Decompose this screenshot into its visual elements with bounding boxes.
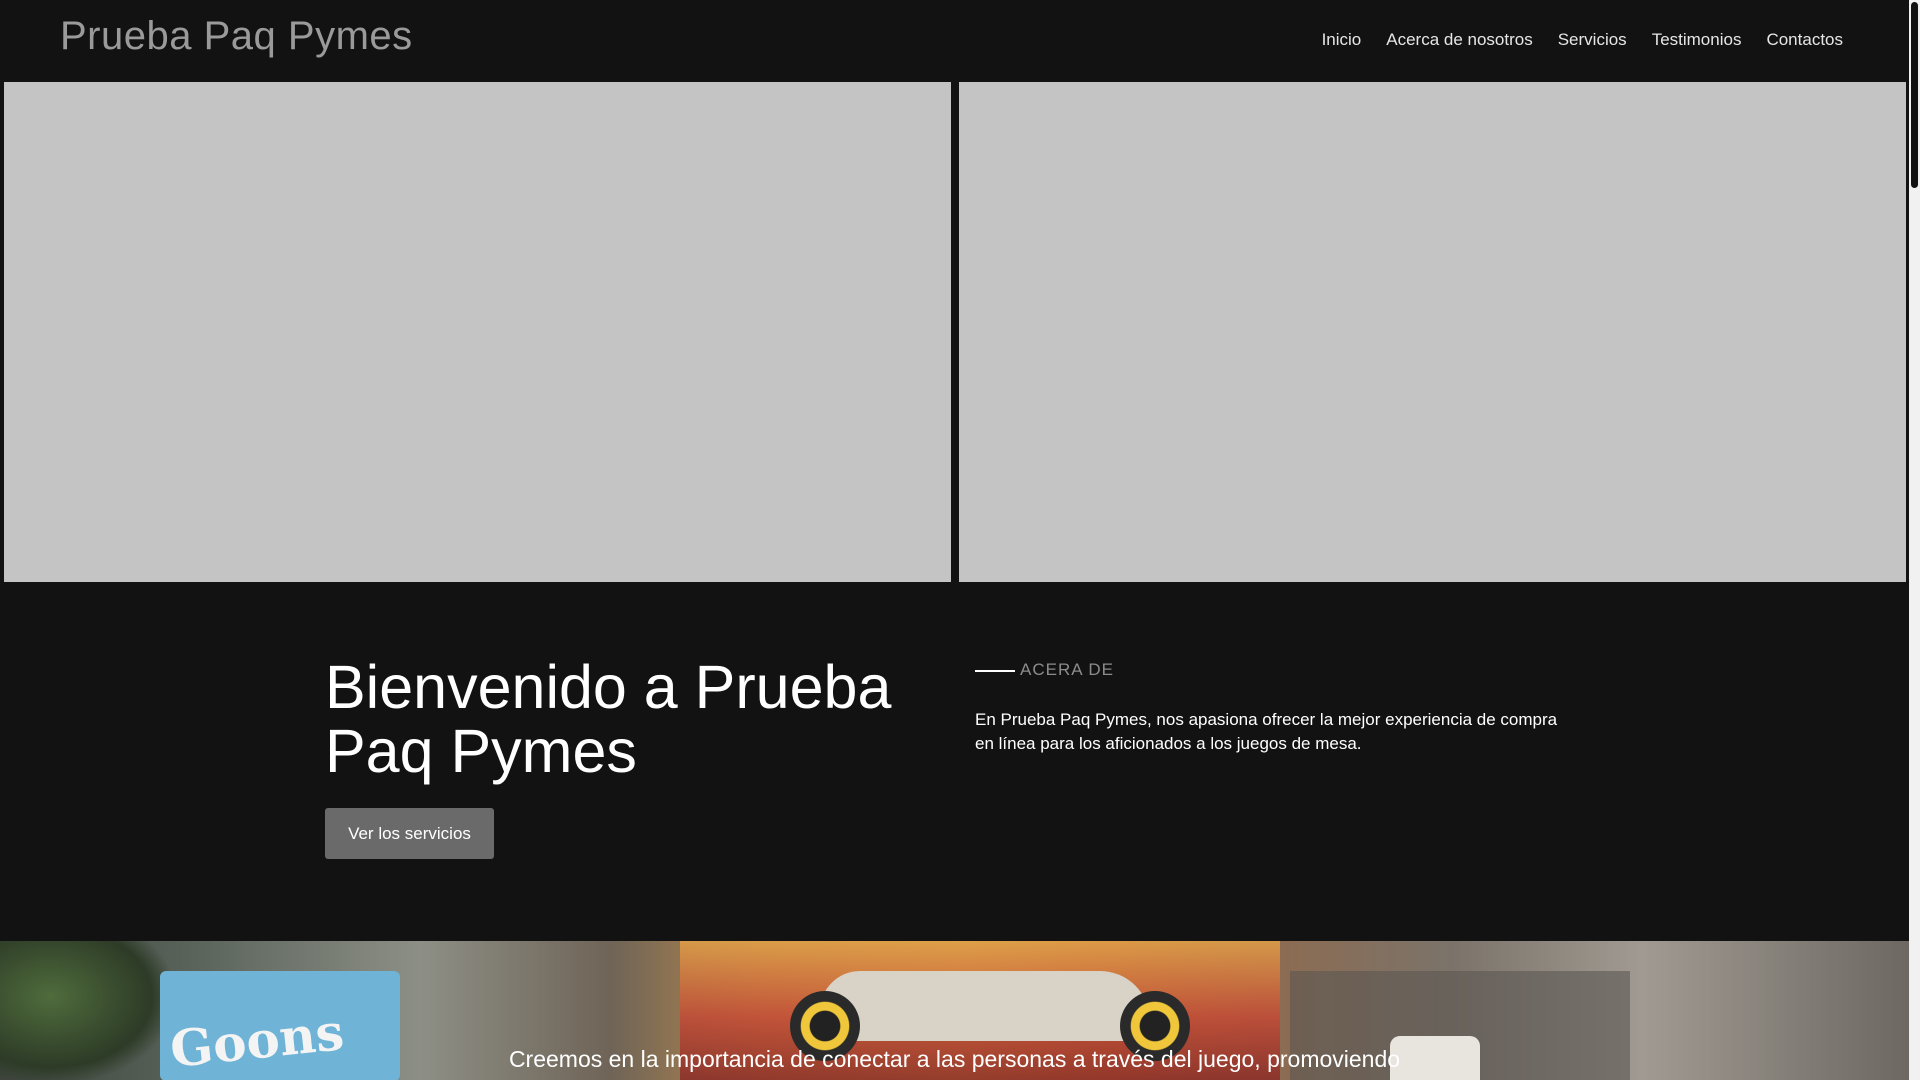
nav-item-servicios[interactable]: Servicios: [1558, 30, 1627, 50]
car-illustration: [820, 971, 1150, 1041]
hero-image-left: [4, 82, 951, 582]
nav-item-contactos[interactable]: Contactos: [1766, 30, 1843, 50]
hero-image-right: [959, 82, 1906, 582]
banner-text: Creemos en la importancia de conectar a …: [508, 1046, 1401, 1072]
welcome-title: Bienvenido a Prueba Paq Pymes: [325, 653, 892, 785]
about-eyebrow: ACERA DE: [1020, 660, 1114, 679]
nav-item-inicio[interactable]: Inicio: [1322, 30, 1362, 50]
page: Prueba Paq Pymes Inicio Acerca de nosotr…: [0, 0, 1909, 1080]
scrollbar-thumb[interactable]: [1911, 2, 1918, 188]
nav-item-testimonios[interactable]: Testimonios: [1652, 30, 1742, 50]
site-logo[interactable]: Prueba Paq Pymes: [60, 14, 413, 59]
nav-item-acerca[interactable]: Acerca de nosotros: [1386, 30, 1532, 50]
view-services-button[interactable]: Ver los servicios: [325, 808, 494, 859]
about-text: En Prueba Paq Pymes, nos apasiona ofrece…: [975, 710, 1558, 753]
about-divider: [975, 670, 1015, 672]
main-nav: Inicio Acerca de nosotros Servicios Test…: [1322, 30, 1843, 50]
